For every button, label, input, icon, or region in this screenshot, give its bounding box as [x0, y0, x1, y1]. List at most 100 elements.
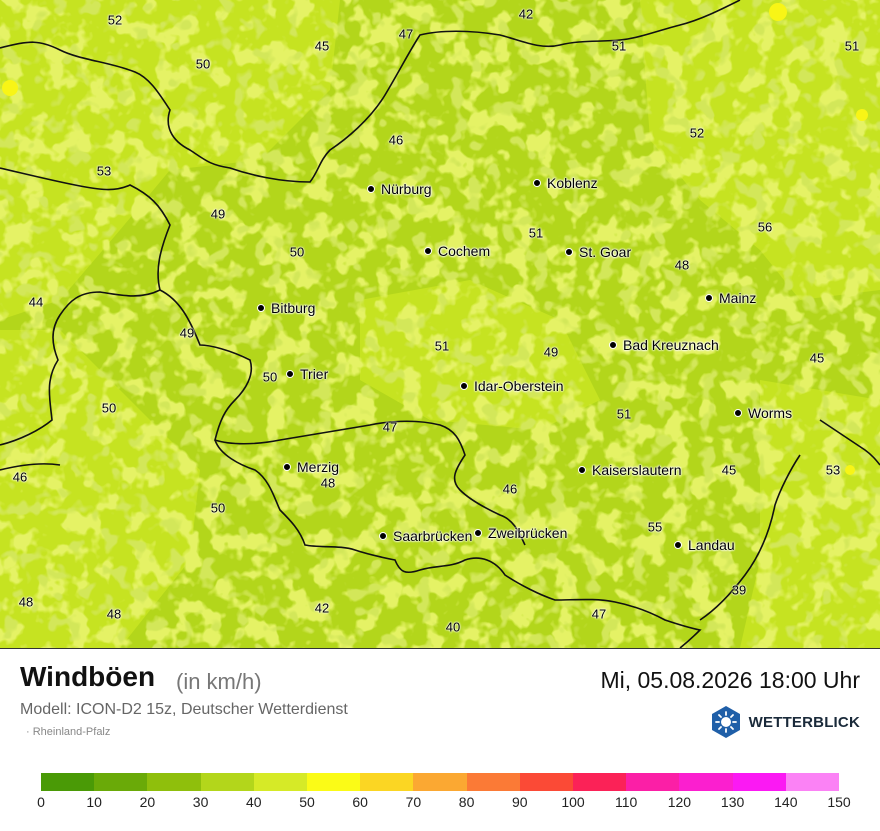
city-name: Idar-Oberstein — [474, 378, 564, 394]
wind-gust-map: 52 42 45 47 51 51 50 46 52 53 49 56 50 51 48 44 49 51 49 45… — [0, 0, 880, 648]
city-dot-icon — [379, 532, 387, 540]
city-dot-icon — [257, 304, 265, 312]
city-name: Worms — [748, 405, 793, 421]
gust-value-label: 53 — [825, 462, 841, 478]
gust-value-label: 48 — [320, 475, 336, 491]
gust-value-label: 49 — [210, 206, 226, 222]
city-marker[interactable]: Worms — [734, 405, 792, 421]
gust-value-label: 40 — [445, 619, 461, 635]
gust-value-label: 51 — [528, 225, 544, 241]
map-title: Windböen — [20, 661, 156, 692]
gust-value-label: 50 — [195, 56, 211, 72]
color-scale-swatch — [413, 773, 467, 791]
gust-value-label: 42 — [518, 6, 534, 22]
color-scale-tick: 40 — [246, 794, 262, 810]
gust-value-label: 53 — [96, 163, 112, 179]
city-marker[interactable]: Koblenz — [533, 175, 598, 191]
gust-zone-yellow — [856, 109, 868, 121]
gust-value-label: 46 — [502, 481, 518, 497]
model-info: Modell: ICON-D2 15z, Deutscher Wetterdie… — [20, 701, 348, 718]
color-scale-tick: 10 — [86, 794, 102, 810]
gust-value-label: 51 — [611, 38, 627, 54]
gust-texture-dark — [0, 0, 880, 648]
region-name: · Rheinland-Pfalz — [26, 726, 111, 738]
color-scale-swatch — [94, 773, 148, 791]
city-marker[interactable]: Mainz — [705, 290, 756, 306]
city-name: Cochem — [438, 243, 491, 259]
city-marker[interactable]: Trier — [286, 366, 328, 382]
color-scale-swatch — [519, 773, 574, 791]
color-scale-swatch — [573, 773, 627, 791]
color-scale-swatch — [679, 773, 733, 791]
color-scale-tick: 150 — [827, 794, 851, 810]
city-marker[interactable]: Merzig — [283, 459, 339, 475]
gust-value-label: 39 — [731, 582, 747, 598]
gust-value-label: 48 — [674, 257, 690, 273]
color-scale-tick: 140 — [774, 794, 798, 810]
city-marker[interactable]: Saarbrücken — [379, 528, 472, 544]
color-scale-swatch — [200, 773, 254, 791]
city-dot-icon — [283, 463, 291, 471]
city-name: Koblenz — [547, 175, 598, 191]
city-name: Mainz — [719, 290, 757, 306]
gust-value-label: 52 — [107, 12, 123, 28]
city-name: Kaiserslautern — [592, 462, 682, 478]
gust-value-label: 46 — [12, 469, 28, 485]
gust-value-label: 47 — [382, 419, 398, 435]
city-marker[interactable]: Zweibrücken — [474, 525, 567, 541]
city-marker[interactable]: Bad Kreuznach — [609, 337, 719, 353]
gust-value-label: 42 — [314, 600, 330, 616]
gust-value-label: 56 — [757, 219, 773, 235]
color-scale-swatch — [732, 773, 786, 791]
city-name: Landau — [688, 537, 735, 553]
color-scale-tick: 50 — [299, 794, 315, 810]
city-dot-icon — [578, 466, 586, 474]
gust-value-label: 48 — [18, 594, 34, 610]
city-dot-icon — [609, 341, 617, 349]
gust-value-label: 48 — [106, 606, 122, 622]
sun-logo-icon — [711, 706, 740, 738]
color-scale-tick: 110 — [615, 794, 638, 810]
gust-value-label: 51 — [616, 406, 632, 422]
color-scale-swatch — [147, 773, 201, 791]
color-scale-swatch — [253, 773, 308, 791]
color-scale-tick: 120 — [667, 794, 692, 810]
gust-value-label: 47 — [591, 606, 607, 622]
city-dot-icon — [474, 529, 482, 537]
city-marker[interactable]: Bitburg — [257, 300, 315, 316]
city-marker[interactable]: Landau — [674, 537, 735, 553]
city-marker[interactable]: Cochem — [424, 243, 490, 259]
color-scale-tick: 90 — [512, 794, 528, 810]
city-dot-icon — [565, 248, 573, 256]
gust-value-label: 45 — [314, 38, 330, 54]
city-dot-icon — [705, 294, 713, 302]
city-dot-icon — [286, 370, 294, 378]
gust-value-label: 50 — [289, 244, 305, 260]
city-dot-icon — [533, 179, 541, 187]
city-marker[interactable]: Nürburg — [367, 181, 432, 197]
gust-value-label: 49 — [179, 325, 195, 341]
gust-value-label: 52 — [689, 125, 705, 141]
forecast-datetime: Mi, 05.08.2026 18:00 Uhr — [600, 667, 860, 693]
color-scale-swatch — [626, 773, 680, 791]
city-marker[interactable]: Kaiserslautern — [578, 462, 682, 478]
city-name: Bitburg — [271, 300, 316, 316]
city-name: Zweibrücken — [488, 525, 568, 541]
gust-value-label: 45 — [721, 462, 737, 478]
gust-value-label: 50 — [101, 400, 117, 416]
gust-value-label: 55 — [647, 519, 663, 535]
color-scale-tick: 20 — [139, 794, 156, 810]
map-unit: (in km/h) — [176, 669, 262, 694]
color-scale-tick: 0 — [37, 794, 45, 810]
city-dot-icon — [734, 409, 742, 417]
city-marker[interactable]: St. Goar — [565, 244, 631, 260]
city-dot-icon — [674, 541, 682, 549]
gust-zone-yellow — [845, 465, 855, 475]
city-name: Bad Kreuznach — [623, 337, 719, 353]
city-marker[interactable]: Idar-Oberstein — [460, 378, 563, 394]
brand[interactable]: WETTERBLICK — [709, 705, 860, 739]
color-scale-tick: 80 — [458, 794, 475, 810]
color-scale — [41, 773, 840, 791]
city-dot-icon — [367, 185, 375, 193]
color-scale-swatch — [466, 773, 520, 791]
